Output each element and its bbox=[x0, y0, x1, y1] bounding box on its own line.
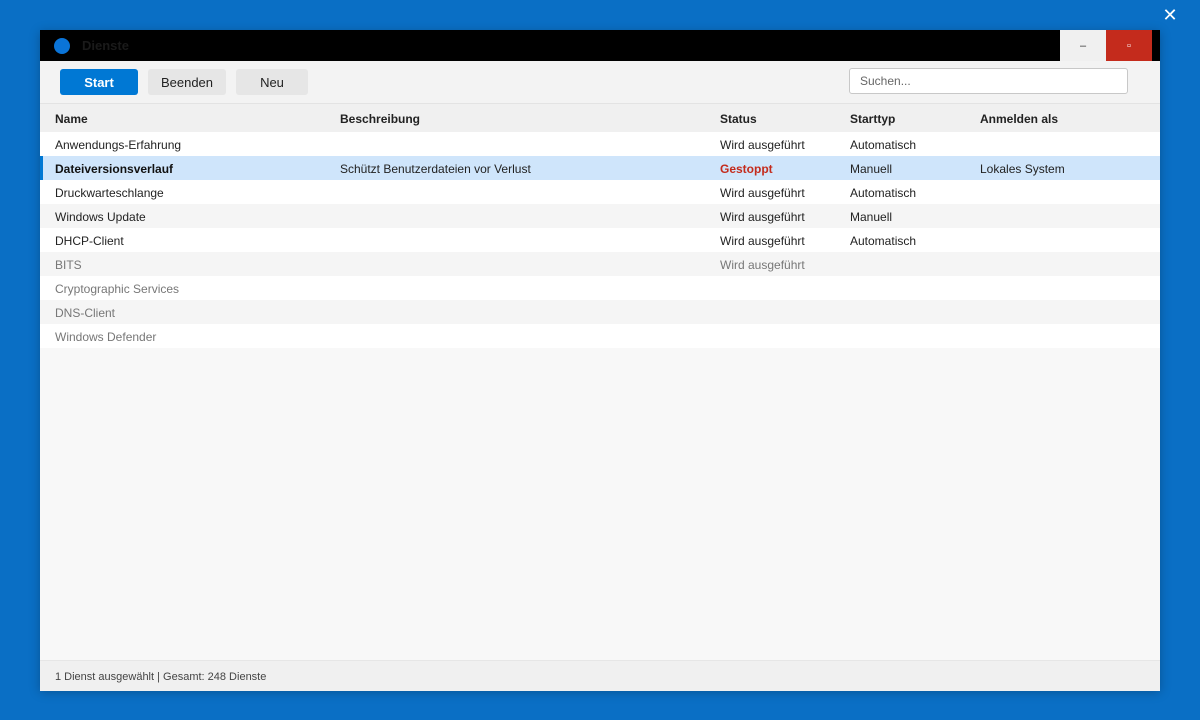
service-startup-type: Manuell bbox=[850, 210, 893, 224]
title-bar[interactable]: Dienste – ▫ bbox=[40, 30, 1160, 61]
window-title: Dienste bbox=[82, 38, 129, 53]
service-status: Wird ausgeführt bbox=[720, 186, 805, 200]
service-name: Cryptographic Services bbox=[55, 282, 180, 296]
table-header: Name Beschreibung Status Starttyp Anmeld… bbox=[40, 104, 1160, 132]
table-row[interactable]: Windows Defender bbox=[40, 324, 1160, 348]
service-name: Druckwarteschlange bbox=[55, 186, 164, 200]
start-button[interactable]: Start bbox=[60, 69, 138, 95]
column-header-logon-as[interactable]: Anmelden als bbox=[980, 112, 1058, 126]
service-startup-type: Manuell bbox=[850, 162, 893, 176]
table-row[interactable]: Druckwarteschlange Wird ausgeführt Autom… bbox=[40, 180, 1160, 204]
column-header-startup-type[interactable]: Starttyp bbox=[850, 112, 895, 126]
service-startup-type: Automatisch bbox=[850, 186, 917, 200]
service-name: Windows Update bbox=[55, 210, 146, 224]
services-window: Dienste – ▫ Start Beenden Neu Name Besch… bbox=[40, 30, 1160, 691]
table-row[interactable]: Cryptographic Services bbox=[40, 276, 1160, 300]
service-startup-type: Automatisch bbox=[850, 138, 917, 152]
table-row-selected[interactable]: Dateiversionsverlauf Schützt Benutzerdat… bbox=[40, 156, 1160, 180]
service-name: BITS bbox=[55, 258, 82, 272]
service-status: Gestoppt bbox=[720, 162, 773, 176]
service-startup-type: Automatisch bbox=[850, 234, 917, 248]
service-status: Wird ausgeführt bbox=[720, 138, 805, 152]
column-header-name[interactable]: Name bbox=[55, 112, 88, 126]
service-description: Schützt Benutzerdateien vor Verlust bbox=[340, 162, 531, 176]
table-row[interactable]: DNS-Client bbox=[40, 300, 1160, 324]
table-row[interactable]: DHCP-Client Wird ausgeführt Automatisch bbox=[40, 228, 1160, 252]
service-name: DHCP-Client bbox=[55, 234, 124, 248]
close-icon[interactable]: ✕ bbox=[1160, 0, 1180, 31]
service-name: Windows Defender bbox=[55, 330, 157, 344]
table-row[interactable]: BITS Wird ausgeführt bbox=[40, 252, 1160, 276]
services-list: Anwendungs-Erfahrung Wird ausgeführt Aut… bbox=[40, 132, 1160, 348]
table-row[interactable]: Anwendungs-Erfahrung Wird ausgeführt Aut… bbox=[40, 132, 1160, 156]
toolbar: Start Beenden Neu bbox=[40, 61, 1160, 104]
maximize-button[interactable]: ▫ bbox=[1106, 30, 1152, 61]
service-status: Wird ausgeführt bbox=[720, 210, 805, 224]
stop-button[interactable]: Beenden bbox=[148, 69, 226, 95]
new-button[interactable]: Neu bbox=[236, 69, 308, 95]
status-text: 1 Dienst ausgewählt | Gesamt: 248 Dienst… bbox=[55, 671, 267, 683]
service-logon-as: Lokales System bbox=[980, 162, 1065, 176]
search-input[interactable] bbox=[849, 68, 1128, 94]
status-bar: 1 Dienst ausgewählt | Gesamt: 248 Dienst… bbox=[40, 660, 1160, 691]
service-name: Dateiversionsverlauf bbox=[55, 162, 174, 176]
column-header-status[interactable]: Status bbox=[720, 112, 757, 126]
table-row[interactable]: Windows Update Wird ausgeführt Manuell bbox=[40, 204, 1160, 228]
service-status: Wird ausgeführt bbox=[720, 258, 805, 272]
service-name: DNS-Client bbox=[55, 306, 116, 320]
app-icon bbox=[54, 38, 70, 54]
service-name: Anwendungs-Erfahrung bbox=[55, 138, 182, 152]
service-status: Wird ausgeführt bbox=[720, 234, 805, 248]
minimize-button[interactable]: – bbox=[1060, 30, 1106, 61]
column-header-description[interactable]: Beschreibung bbox=[340, 112, 420, 126]
